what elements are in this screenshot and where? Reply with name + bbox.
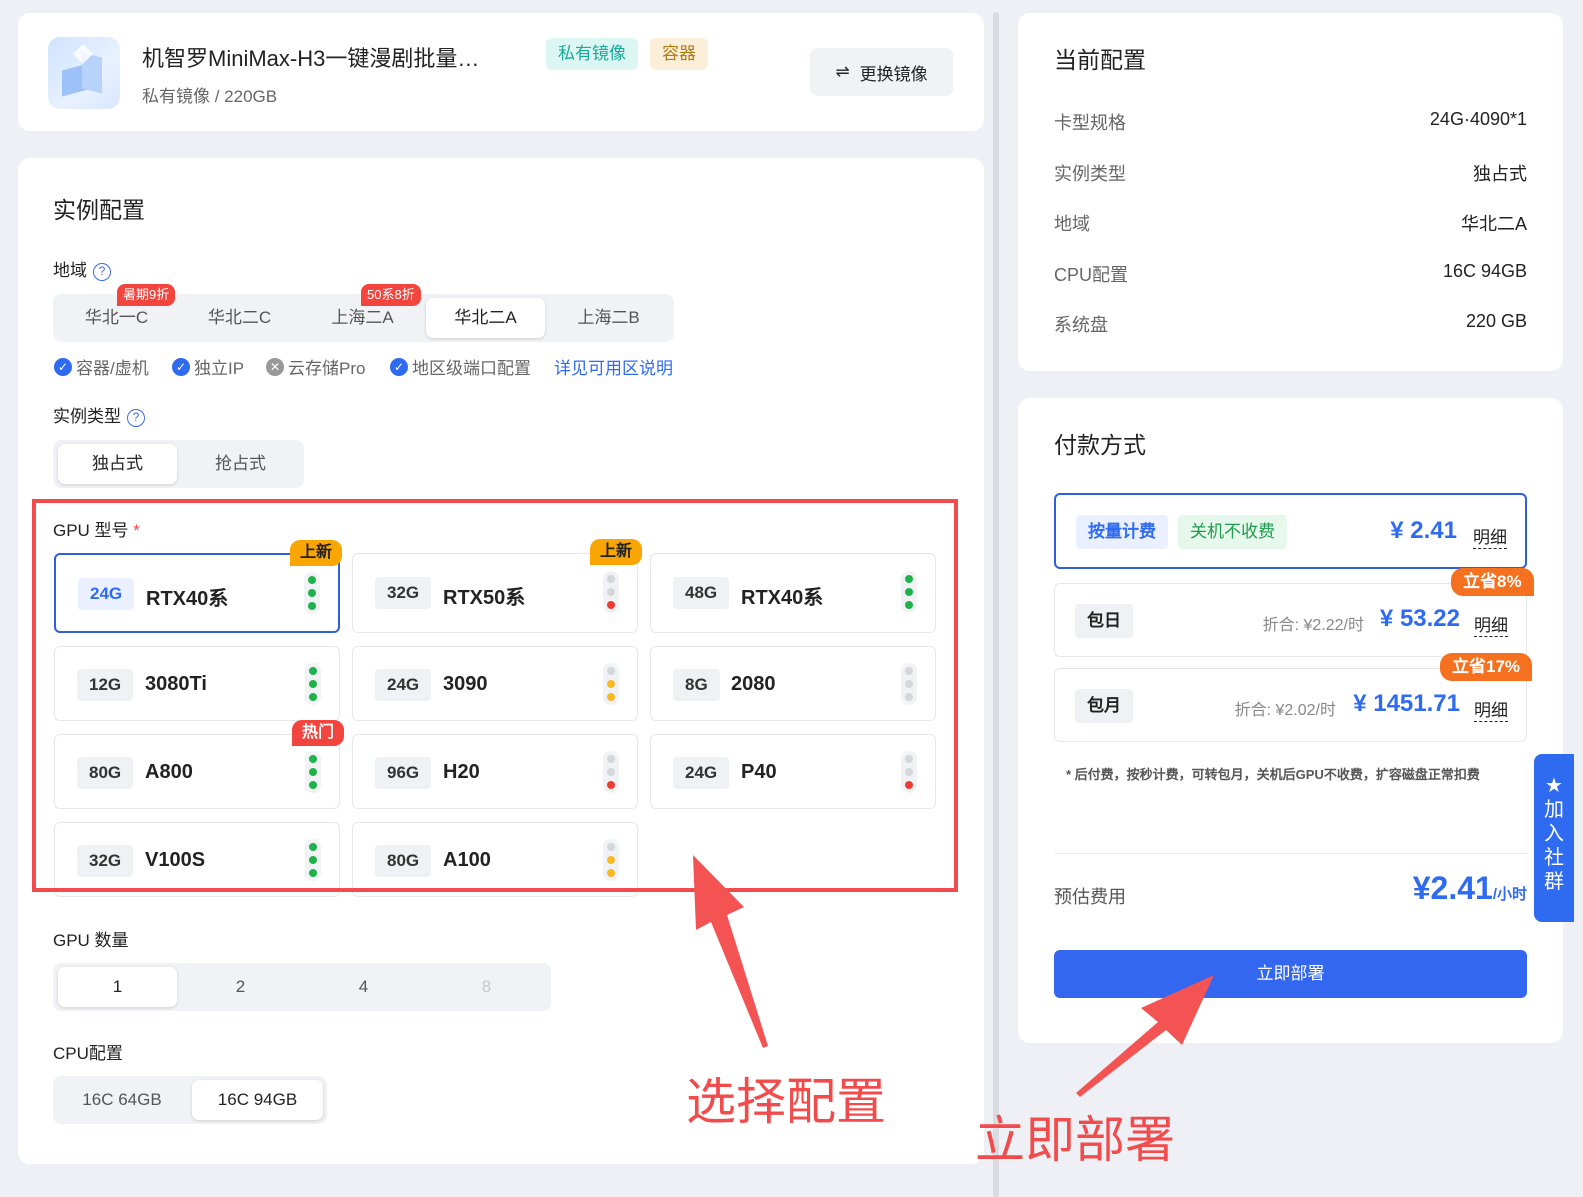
annotation-arrows: [693, 855, 1214, 1097]
annotation-select-config: 选择配置: [686, 1074, 886, 1130]
annotation-deploy: 立即部署: [975, 1112, 1175, 1168]
arrow-select-config: [693, 855, 768, 1048]
arrow-deploy: [1076, 975, 1214, 1097]
